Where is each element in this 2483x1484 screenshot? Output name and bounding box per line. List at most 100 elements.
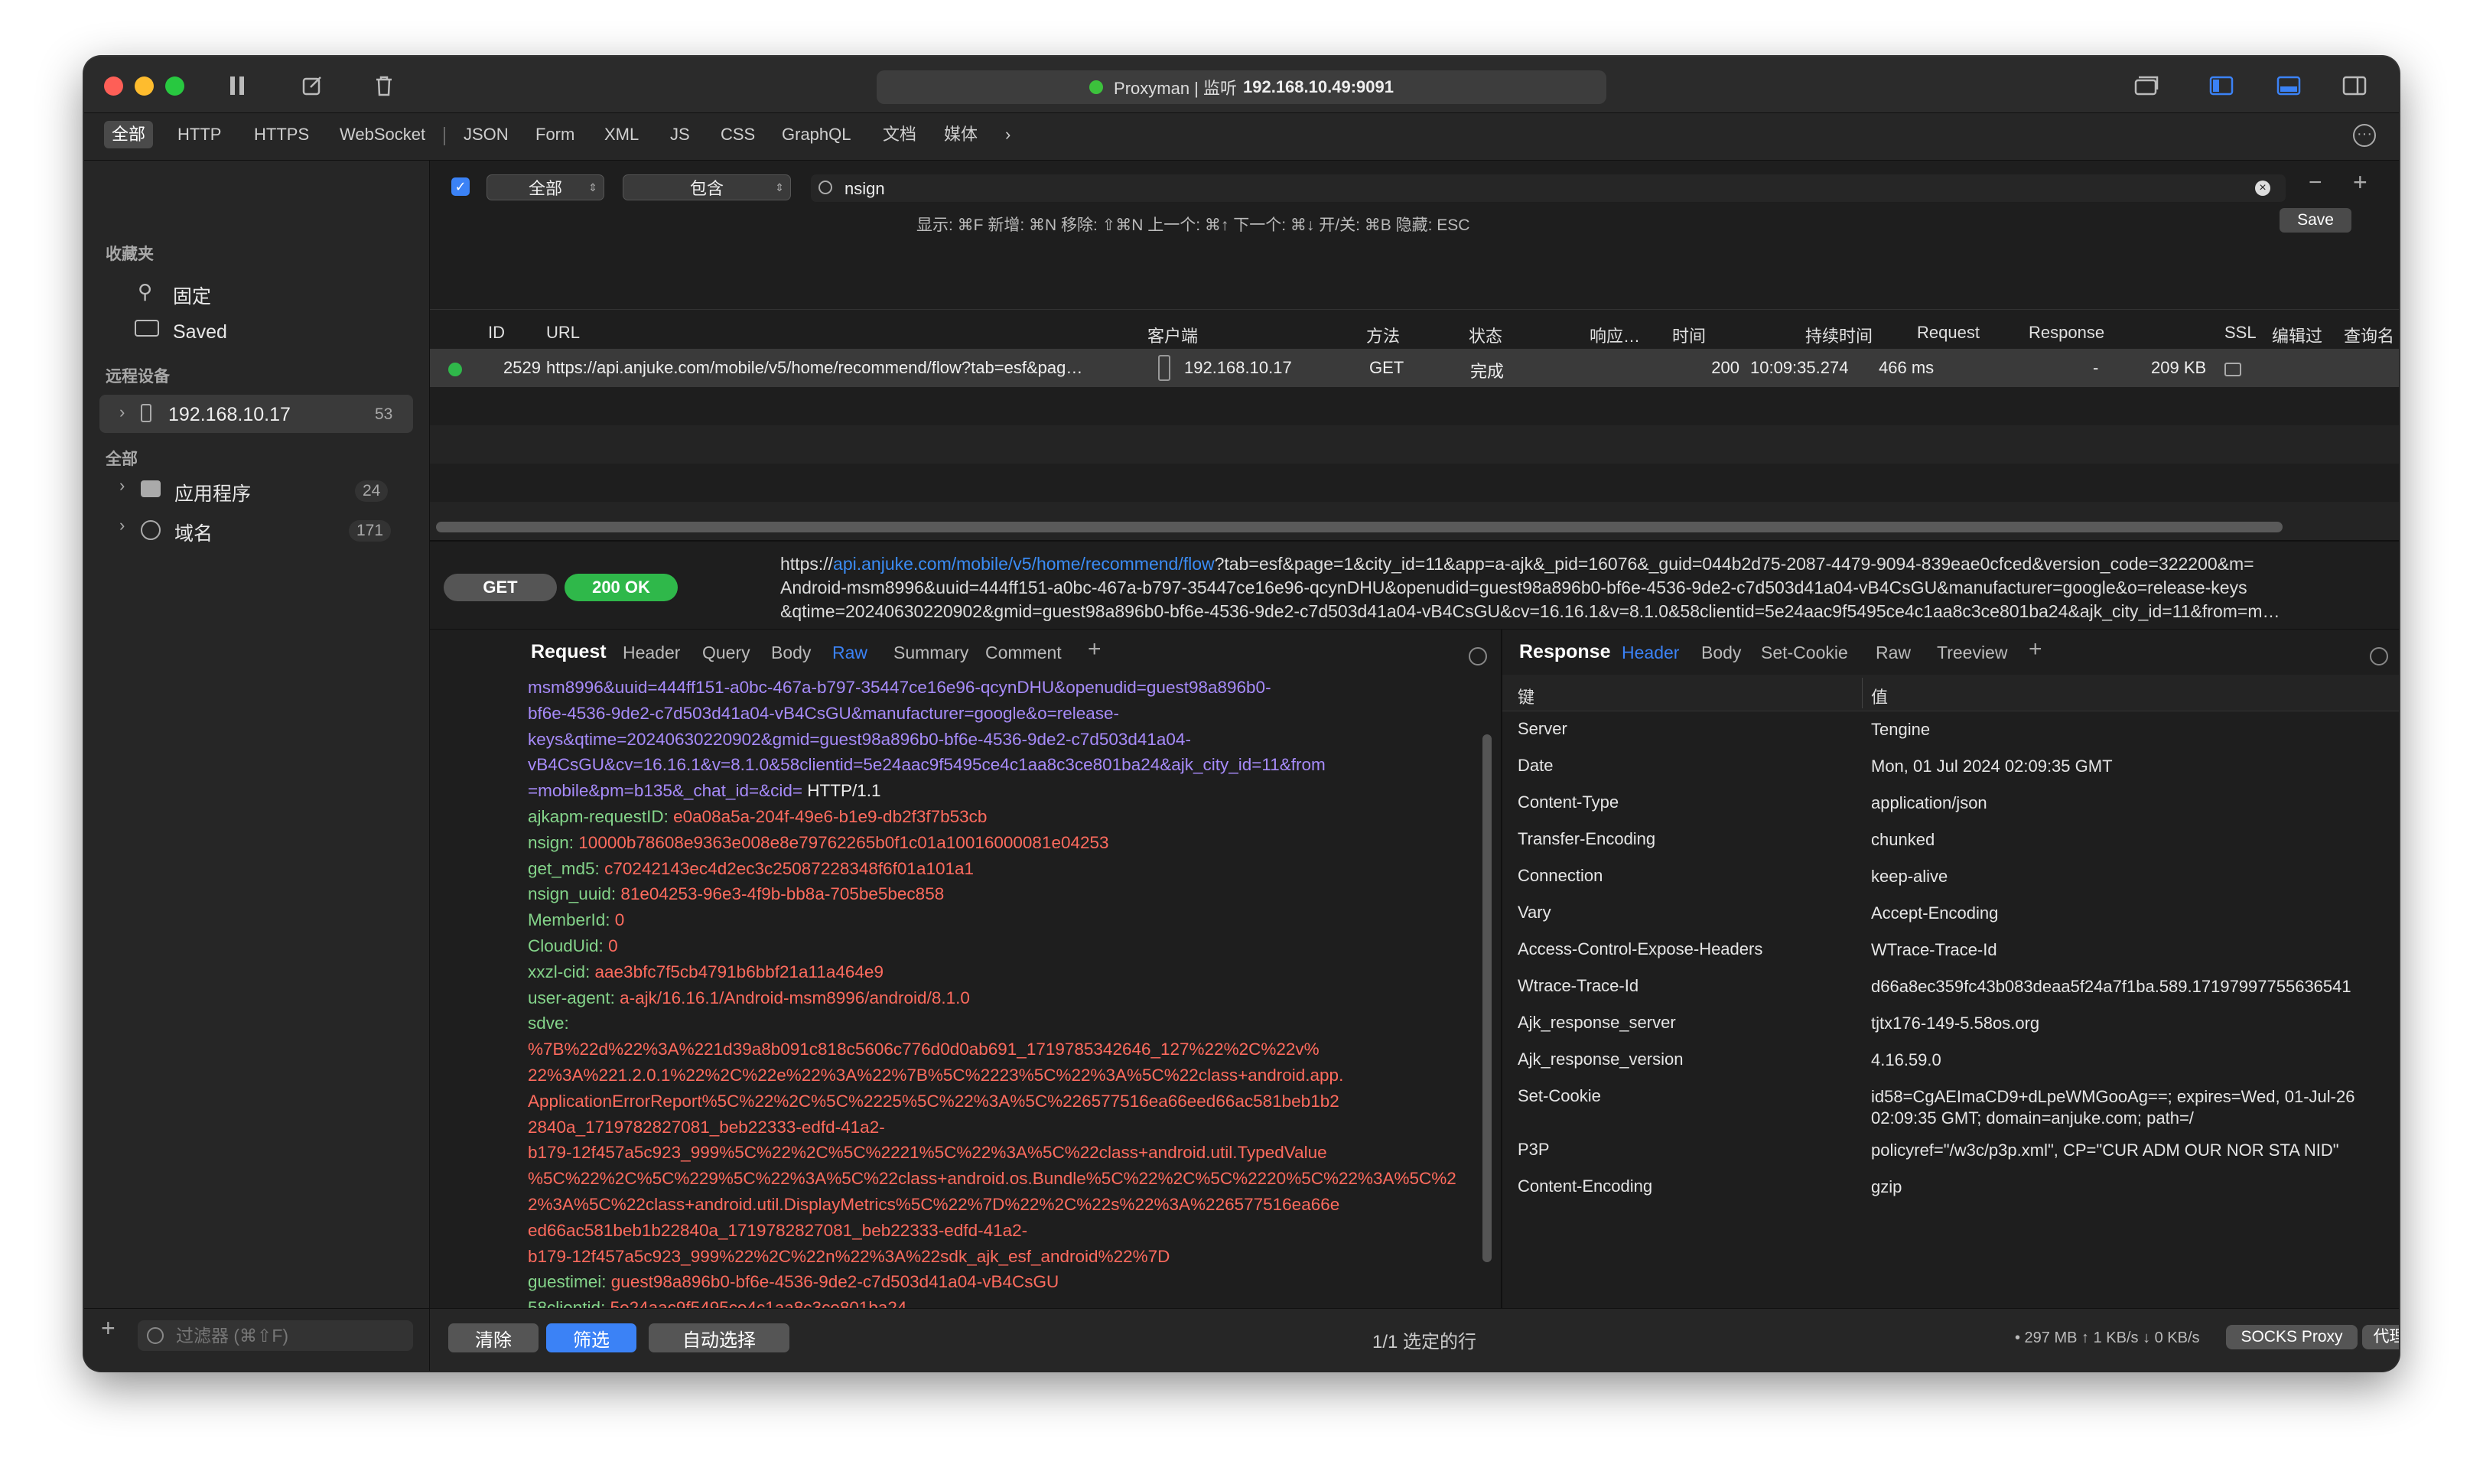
search-input[interactable]: nsign × [811, 174, 2286, 202]
trash-icon[interactable] [369, 70, 399, 101]
add-tab-icon[interactable]: + [2029, 636, 2042, 662]
compose-icon[interactable] [297, 70, 327, 101]
chevron-right-icon[interactable]: › [119, 516, 125, 535]
col-duration[interactable]: 持续时间 [1805, 323, 1873, 347]
tab-resp-set-cookie[interactable]: Set-Cookie [1761, 643, 1848, 663]
chevron-right-icon[interactable]: › [119, 476, 125, 496]
search-mode-select[interactable]: 包含 ⇕ [623, 174, 791, 200]
response-header-key[interactable]: Access-Control-Expose-Headers [1518, 939, 1762, 959]
add-icon[interactable]: + [101, 1314, 116, 1342]
more-options-icon[interactable]: ··· [2353, 124, 2376, 147]
save-button[interactable]: Save [2280, 208, 2351, 233]
col-code[interactable]: 响应… [1590, 323, 1640, 347]
bottom-panel-icon[interactable] [2273, 70, 2304, 101]
response-header-value[interactable]: chunked [1871, 829, 1935, 851]
response-header-key[interactable]: Date [1518, 756, 1553, 776]
sidebar-item-saved[interactable]: Saved [173, 321, 227, 343]
clear-button[interactable]: 清除 [448, 1323, 539, 1352]
filter-button[interactable]: 筛选 [546, 1323, 636, 1352]
response-header-value[interactable]: gzip [1871, 1176, 1902, 1198]
col-value[interactable]: 值 [1871, 684, 1888, 708]
tab-req-header[interactable]: Header [623, 643, 680, 663]
response-header-value[interactable]: Tengine [1871, 719, 1930, 740]
proxy-reload-badge[interactable]: 代理已重载 [2362, 1325, 2399, 1349]
col-url[interactable]: URL [546, 323, 580, 343]
tab-req-comment[interactable]: Comment [985, 643, 1062, 663]
add-filter-icon[interactable]: + [2353, 168, 2367, 197]
filter-tab-http[interactable]: HTTP [170, 121, 229, 148]
clear-search-icon[interactable]: × [2255, 181, 2270, 196]
tab-req-body[interactable]: Body [771, 643, 811, 663]
col-method[interactable]: 方法 [1366, 323, 1400, 347]
filter-tab-doc[interactable]: 文档 [875, 121, 924, 148]
vertical-scrollbar[interactable] [1482, 734, 1492, 1262]
minimize-window-button[interactable] [135, 76, 154, 96]
request-raw-view[interactable]: msm8996&uuid=444ff151-a0bc-467a-b797-354… [430, 675, 1501, 1308]
response-header-value[interactable]: Mon, 01 Jul 2024 02:09:35 GMT [1871, 756, 2113, 777]
response-header-value[interactable]: d66a8ec359fc43b083deaa5f24a7f1ba.589.171… [1871, 976, 2351, 997]
col-ssl[interactable]: SSL [2224, 323, 2257, 343]
zoom-window-button[interactable] [165, 76, 184, 96]
sidebar-filter-input[interactable]: 过滤器 (⌘⇧F) [138, 1320, 413, 1351]
request-options-icon[interactable] [1469, 647, 1487, 666]
sidebar-item-device[interactable]: › 192.168.10.17 53 [99, 395, 413, 433]
response-header-key[interactable]: P3P [1518, 1140, 1550, 1160]
sidebar-item-pinned[interactable]: 固定 [173, 282, 211, 309]
response-header-value[interactable]: id58=CgAEImaCD9+dLpeWMGooAg==; expires=W… [1871, 1086, 2354, 1129]
response-header-value[interactable]: tjtx176-149-5.58os.org [1871, 1013, 2039, 1034]
tab-resp-body[interactable]: Body [1701, 643, 1741, 663]
tab-resp-raw[interactable]: Raw [1876, 643, 1911, 663]
response-header-key[interactable]: Transfer-Encoding [1518, 829, 1655, 849]
col-time[interactable]: 时间 [1672, 323, 1706, 347]
filter-tab-css[interactable]: CSS [713, 121, 763, 148]
window-layout-icon[interactable] [2131, 70, 2162, 101]
filter-tab-js[interactable]: JS [662, 121, 698, 148]
close-window-button[interactable] [104, 76, 123, 96]
response-header-key[interactable]: Set-Cookie [1518, 1086, 1601, 1106]
response-options-icon[interactable] [2370, 647, 2388, 666]
response-header-key[interactable]: Server [1518, 719, 1567, 739]
search-enabled-checkbox[interactable]: ✓ [451, 177, 470, 196]
response-header-value[interactable]: WTrace-Trace-Id [1871, 939, 1997, 961]
filter-tab-more[interactable]: › [997, 121, 1018, 148]
response-header-key[interactable]: Content-Encoding [1518, 1176, 1652, 1196]
sidebar-toggle-icon[interactable] [2206, 70, 2237, 101]
col-id[interactable]: ID [488, 323, 505, 343]
col-status[interactable]: 状态 [1469, 323, 1502, 347]
right-panel-icon[interactable] [2339, 70, 2370, 101]
response-header-key[interactable]: Ajk_response_server [1518, 1013, 1676, 1033]
response-header-key[interactable]: Vary [1518, 903, 1551, 923]
full-url[interactable]: https://api.anjuke.com/mobile/v5/home/re… [780, 552, 2280, 623]
filter-tab-websocket[interactable]: WebSocket [332, 121, 433, 148]
response-header-key[interactable]: Content-Type [1518, 792, 1619, 812]
horizontal-scrollbar[interactable] [436, 522, 2283, 532]
chevron-right-icon[interactable]: › [119, 402, 125, 422]
col-request[interactable]: Request [1917, 323, 1980, 343]
tab-req-query[interactable]: Query [702, 643, 750, 663]
response-header-key[interactable]: Wtrace-Trace-Id [1518, 976, 1639, 996]
response-header-key[interactable]: Ajk_response_version [1518, 1050, 1683, 1069]
add-tab-icon[interactable]: + [1088, 636, 1102, 662]
remove-filter-icon[interactable]: − [2309, 170, 2322, 196]
response-header-key[interactable]: Connection [1518, 866, 1603, 886]
tab-resp-header[interactable]: Header [1622, 643, 1679, 663]
auto-select-button[interactable]: 自动选择 [649, 1323, 789, 1352]
col-key[interactable]: 键 [1518, 684, 1534, 708]
tab-resp-treeview[interactable]: Treeview [1937, 643, 2007, 663]
search-scope-select[interactable]: 全部 ⇕ [487, 174, 604, 200]
filter-tab-https[interactable]: HTTPS [246, 121, 317, 148]
response-header-value[interactable]: keep-alive [1871, 866, 1948, 887]
col-client[interactable]: 客户端 [1147, 323, 1198, 347]
response-header-value[interactable]: Accept-Encoding [1871, 903, 1998, 924]
col-response[interactable]: Response [2029, 323, 2104, 343]
filter-tab-all[interactable]: 全部 [104, 121, 154, 148]
response-header-value[interactable]: 4.16.59.0 [1871, 1050, 1941, 1071]
filter-tab-form[interactable]: Form [528, 121, 582, 148]
pause-icon[interactable] [222, 70, 252, 101]
tab-req-summary[interactable]: Summary [893, 643, 968, 663]
sidebar-item-apps[interactable]: 应用程序 [174, 479, 251, 506]
response-header-value[interactable]: application/json [1871, 792, 1987, 814]
response-header-value[interactable]: policyref="/w3c/p3p.xml", CP="CUR ADM OU… [1871, 1140, 2339, 1161]
filter-tab-media[interactable]: 媒体 [936, 121, 985, 148]
socks-proxy-badge[interactable]: SOCKS Proxy [2226, 1325, 2358, 1349]
